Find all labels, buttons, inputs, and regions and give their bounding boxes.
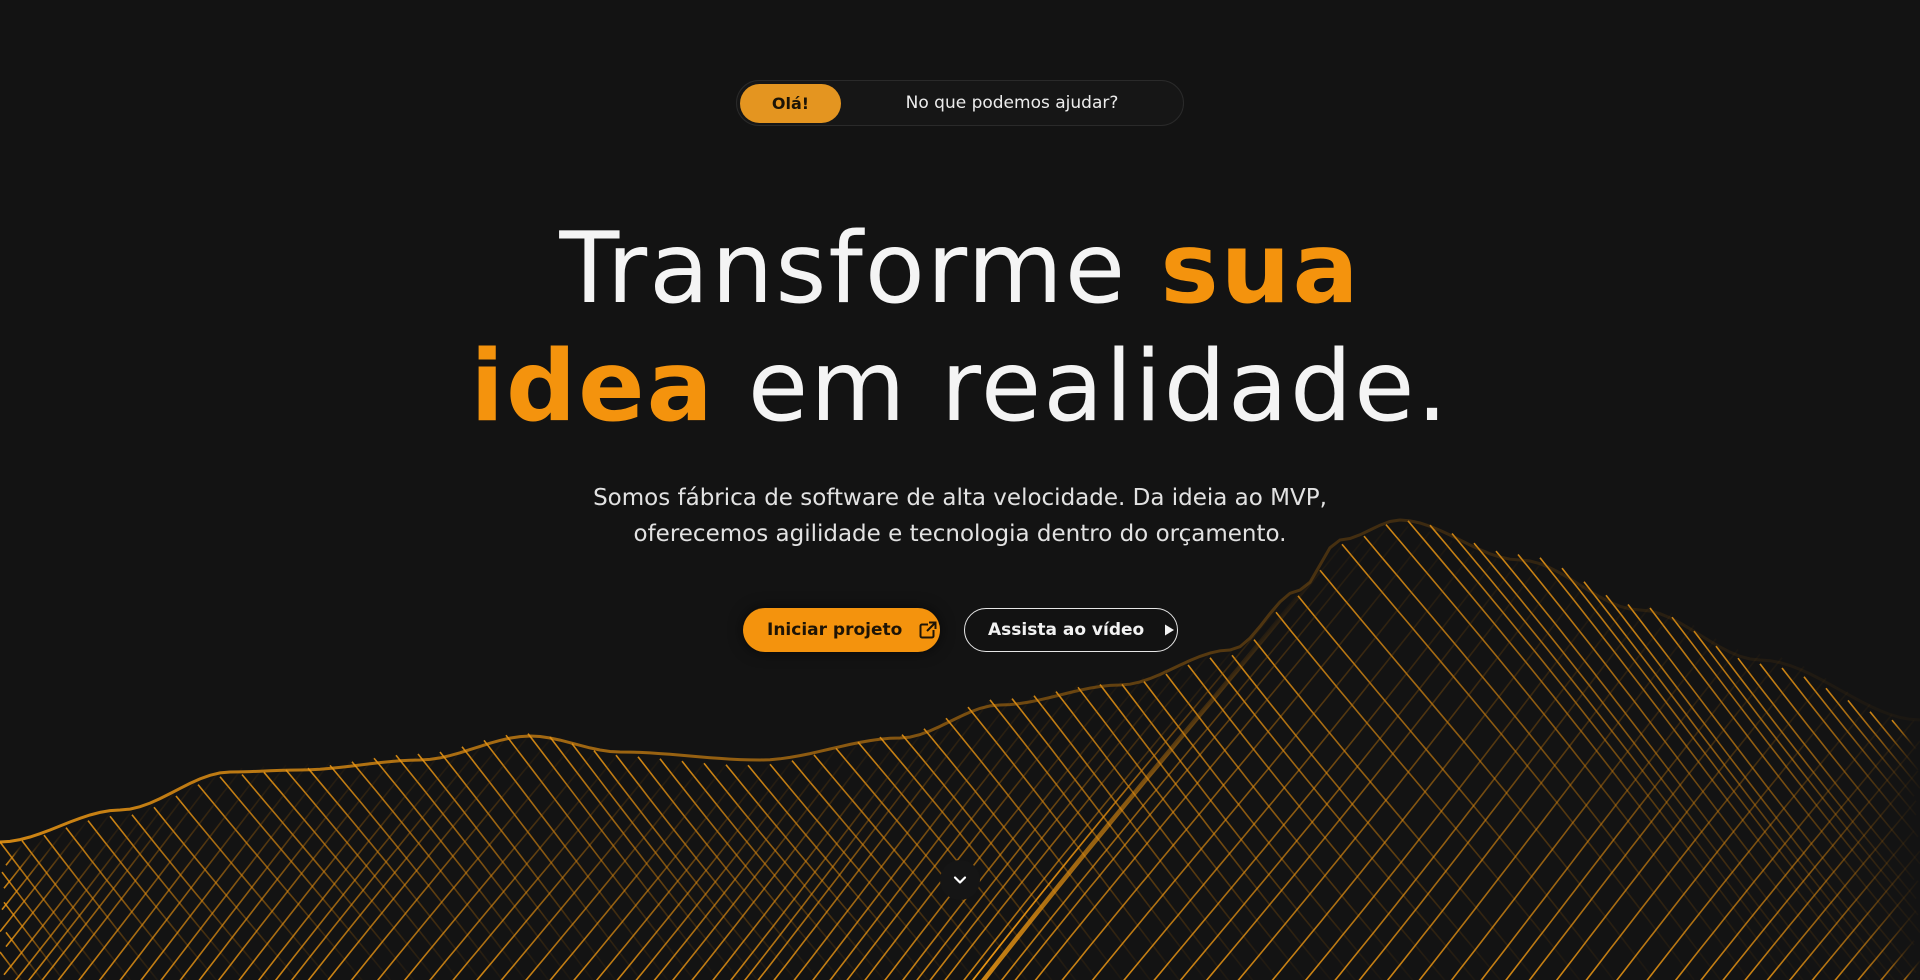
subtitle-line-1: Somos fábrica de software de alta veloci…: [593, 485, 1327, 511]
start-project-button[interactable]: Iniciar projeto: [743, 608, 940, 652]
start-project-label: Iniciar projeto: [767, 620, 903, 640]
hero-section: Olá! No que podemos ajudar? Transforme s…: [0, 0, 1920, 980]
page-title: Transforme sua idea em realidade.: [0, 210, 1920, 446]
announcement-pill[interactable]: Olá! No que podemos ajudar?: [736, 80, 1184, 126]
subtitle-line-2: oferecemos agilidade e tecnologia dentro…: [633, 521, 1287, 547]
headline-part-1: Transforme: [559, 212, 1161, 326]
external-link-icon: [919, 621, 938, 639]
hero-content: Olá! No que podemos ajudar? Transforme s…: [0, 0, 1920, 980]
scroll-down-button[interactable]: [940, 860, 980, 900]
hero-actions: Iniciar projeto Assista ao vídeo: [743, 608, 1178, 652]
help-prompt-text[interactable]: No que podemos ajudar?: [841, 81, 1183, 125]
headline-highlight-sua: sua: [1160, 212, 1361, 326]
greeting-badge[interactable]: Olá!: [740, 84, 841, 123]
headline-part-2: em realidade.: [714, 330, 1450, 444]
play-icon: [1165, 624, 1175, 636]
chevron-down-icon: [953, 876, 967, 884]
headline-highlight-idea: idea: [470, 330, 715, 444]
watch-video-label: Assista ao vídeo: [988, 620, 1145, 640]
watch-video-button[interactable]: Assista ao vídeo: [964, 608, 1178, 652]
hero-subtitle: Somos fábrica de software de alta veloci…: [0, 480, 1920, 552]
